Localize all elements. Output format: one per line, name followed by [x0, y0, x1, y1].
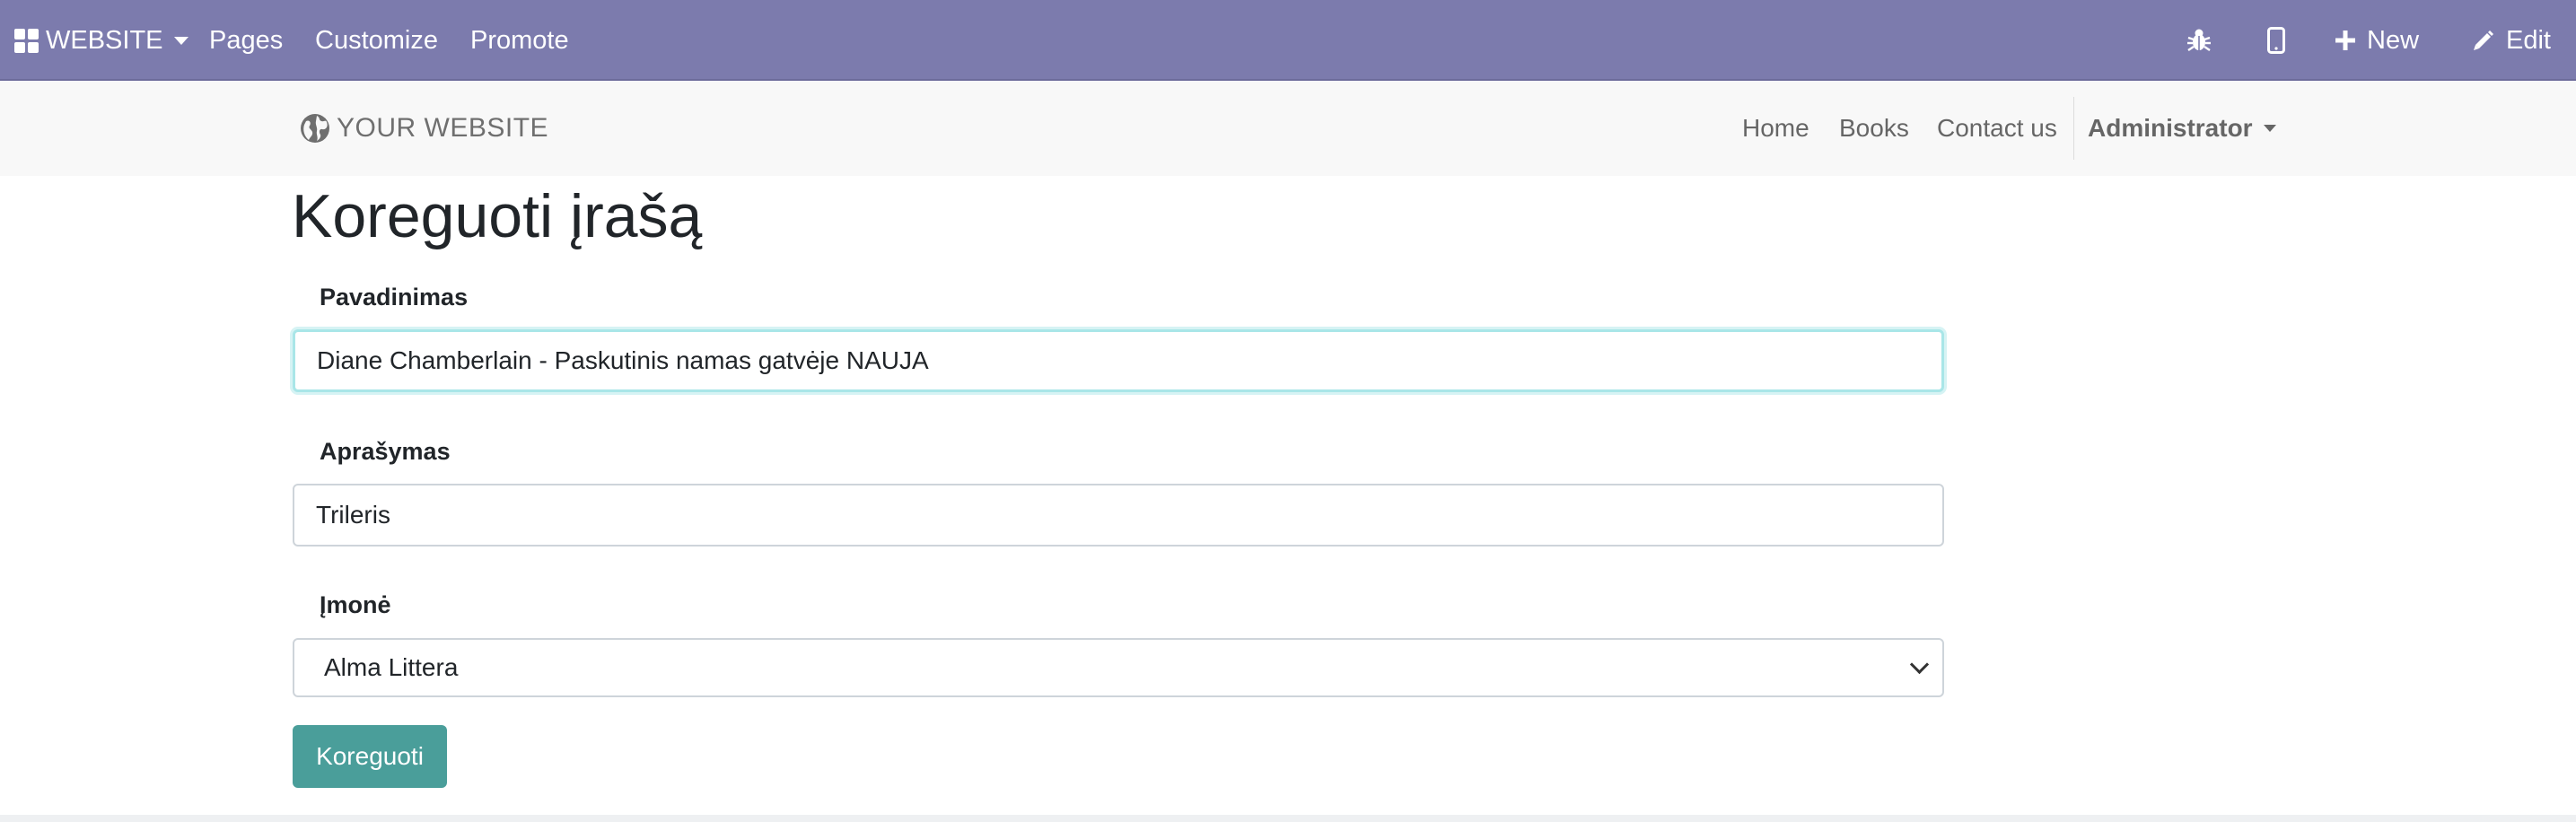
new-label: New — [2367, 25, 2420, 55]
apps-menu-button[interactable]: WEBSITE — [14, 0, 188, 81]
edit-label: Edit — [2506, 25, 2551, 55]
admin-bar: WEBSITE Pages Customize Promote New Edit — [0, 0, 2576, 81]
chevron-down-icon — [1909, 654, 1930, 675]
app-label: WEBSITE — [46, 25, 163, 55]
bug-icon — [2187, 29, 2211, 51]
user-menu[interactable]: Administrator — [2088, 81, 2276, 176]
name-input[interactable] — [293, 329, 1944, 392]
mobile-icon — [2267, 27, 2285, 54]
page-title: Koreguoti įrašą — [292, 182, 703, 250]
plus-icon — [2335, 31, 2355, 50]
nav-link-books[interactable]: Books — [1839, 81, 1909, 176]
company-select-value: Alma Littera — [324, 653, 459, 681]
mobile-preview-button[interactable] — [2267, 0, 2285, 81]
user-name: Administrator — [2088, 114, 2253, 142]
company-label: Įmonė — [320, 591, 391, 618]
description-input[interactable] — [293, 484, 1944, 547]
nav-divider — [2073, 97, 2074, 160]
company-select[interactable]: Alma Littera — [293, 638, 1944, 697]
globe-icon — [301, 114, 329, 143]
menu-customize[interactable]: Customize — [315, 0, 438, 81]
logo-text: YOUR WEBSITE — [337, 113, 549, 143]
menu-pages[interactable]: Pages — [209, 0, 283, 81]
apps-grid-icon — [14, 28, 39, 53]
menu-promote[interactable]: Promote — [470, 0, 569, 81]
description-label: Aprašymas — [320, 438, 451, 465]
pencil-icon — [2474, 31, 2493, 50]
site-navbar: YOUR WEBSITE Home Books Contact us Admin… — [0, 81, 2576, 176]
chevron-down-icon — [2263, 125, 2276, 132]
site-logo[interactable]: YOUR WEBSITE — [299, 81, 548, 176]
nav-link-contact[interactable]: Contact us — [1937, 81, 2057, 176]
edit-button[interactable]: Edit — [2472, 0, 2551, 81]
name-label: Pavadinimas — [320, 284, 469, 310]
chevron-down-icon — [173, 36, 188, 45]
debug-button[interactable] — [2187, 0, 2211, 81]
footer-divider — [0, 815, 2576, 822]
new-button[interactable]: New — [2335, 0, 2419, 81]
submit-button[interactable]: Koreguoti — [293, 725, 447, 788]
nav-link-home[interactable]: Home — [1742, 81, 1809, 176]
